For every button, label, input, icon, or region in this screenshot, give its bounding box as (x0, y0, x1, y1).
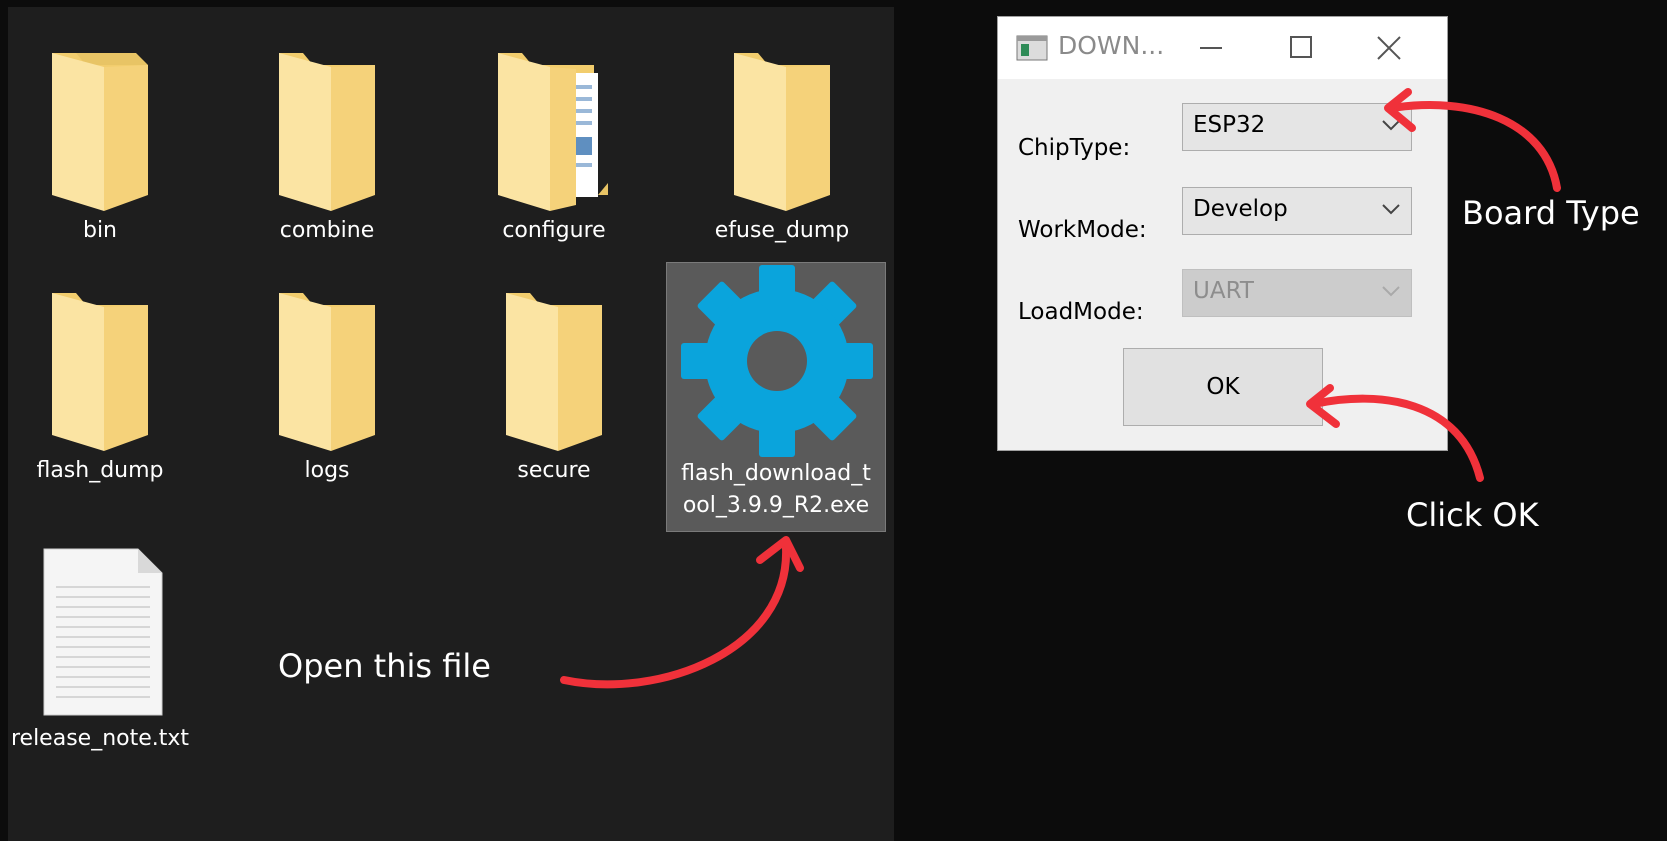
arrow-to-exe (560, 544, 791, 689)
arrow-to-chiptype (1388, 101, 1561, 192)
arrows-overlay (560, 88, 1561, 689)
arrow-to-exe-head (756, 536, 804, 572)
arrow-to-ok (1310, 394, 1484, 482)
